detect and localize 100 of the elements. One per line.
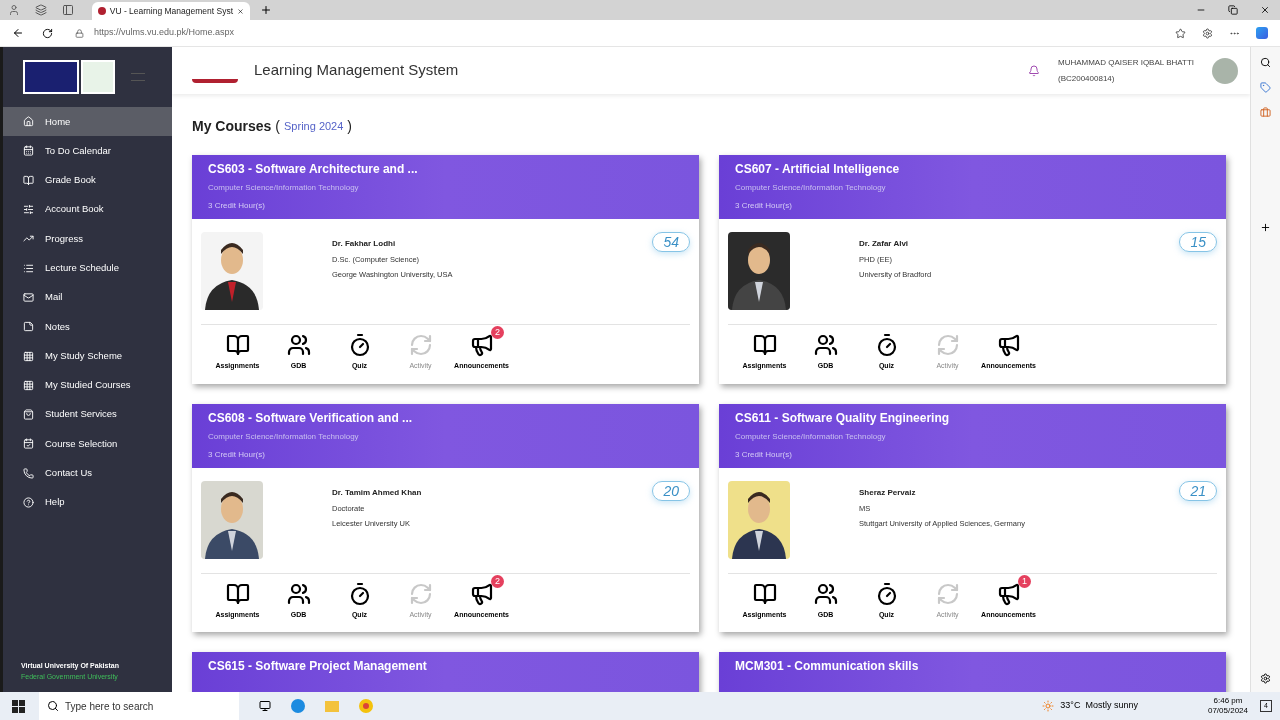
page-heading: My Courses	[192, 117, 272, 136]
sidebar-item[interactable]: Grade Book	[3, 165, 172, 195]
paren-open: (	[275, 117, 281, 136]
course-title[interactable]: CS607 - Artificial Intelligence	[735, 161, 1210, 177]
browser-taskbar-icon[interactable]	[291, 699, 305, 713]
department: Computer Science/Information Technology	[208, 182, 360, 194]
group-icon	[813, 581, 838, 606]
book-icon	[752, 333, 777, 357]
tab-actions-icon[interactable]	[62, 4, 74, 16]
close-icon[interactable]	[1260, 5, 1270, 15]
semester-link[interactable]: Spring 2024	[284, 118, 344, 135]
calendar-icon	[23, 145, 34, 157]
settings-icon[interactable]	[1260, 673, 1271, 684]
clock-date: 07/05/2024	[1207, 706, 1248, 716]
book-icon	[225, 581, 250, 606]
sidebar-item[interactable]: Notes	[3, 312, 172, 342]
sidebar-item[interactable]: Lecture Schedule	[3, 253, 172, 283]
calendar-icon	[23, 438, 34, 450]
search-icon	[47, 700, 59, 712]
grid-icon	[23, 379, 34, 391]
help-icon	[23, 497, 34, 508]
taskbar-search-field[interactable]: Type here to search	[39, 692, 239, 720]
book-icon	[752, 581, 777, 606]
sidebar-item[interactable]: Account Book	[3, 194, 172, 225]
instructor-name: Dr. Tamim Ahmed Khan	[332, 486, 422, 499]
notification-badge: 1	[1018, 574, 1031, 588]
add-icon[interactable]	[1260, 222, 1271, 233]
instructor-name: Dr. Fakhar Lodhi	[332, 238, 397, 250]
phone-icon	[23, 467, 34, 479]
card-header[interactable]: CS607 - Artificial Intelligence Computer Science/Information Technology 3 Credit Hour(s)	[719, 155, 1226, 219]
task-view-icon[interactable]	[259, 700, 271, 712]
credit-hours: 3 Credit Hour(s)	[208, 200, 266, 212]
search-icon[interactable]	[1260, 57, 1271, 68]
department: Computer Science/Information Technology	[208, 430, 360, 443]
megaphone-icon	[469, 581, 494, 606]
list-icon	[23, 262, 34, 274]
card-header[interactable]: CS603 - Software Architecture and ... Computer Science/Information Technology 3 Credit Hour(s)	[192, 155, 699, 219]
sidebar-item[interactable]: Help	[3, 487, 172, 518]
reload-icon[interactable]	[42, 27, 53, 39]
sidebar-item[interactable]: Student Services	[3, 399, 172, 430]
megaphone-icon	[996, 333, 1021, 357]
course-title[interactable]: CS615 - Software Project Management	[208, 658, 683, 674]
browser-tab[interactable]: VU - Learning Management Syst	[92, 2, 250, 20]
sidebar-item[interactable]: My Study Scheme	[3, 341, 172, 371]
lock-icon	[75, 28, 84, 38]
department: Computer Science/Information Technology	[735, 182, 887, 194]
chrome-taskbar-icon[interactable]	[359, 699, 373, 713]
book-icon	[225, 333, 250, 357]
weather-text: 33°C Mostly sunny	[1060, 699, 1138, 713]
card-header[interactable]: CS608 - Software Verification and ... Computer Science/Information Technology 3 Credit Hour(s)	[192, 403, 699, 468]
sidebar-item[interactable]: Course Selection	[3, 429, 172, 459]
copilot-icon[interactable]	[1256, 27, 1268, 39]
new-tab-icon[interactable]	[260, 4, 272, 16]
back-icon[interactable]	[12, 27, 24, 39]
close-icon[interactable]	[237, 6, 244, 16]
instructor-name: Sheraz Pervaiz	[859, 486, 917, 499]
group-icon	[813, 333, 838, 357]
group-icon	[286, 581, 311, 606]
sidebar-item[interactable]: Mail	[3, 282, 172, 313]
course-title[interactable]: CS608 - Software Verification and ...	[208, 409, 683, 426]
instructor-name: Dr. Zafar Alvi	[859, 238, 910, 250]
favorite-icon[interactable]	[1175, 27, 1186, 39]
site-title: Learning Management System	[254, 60, 459, 81]
restore-icon[interactable]	[1228, 5, 1238, 15]
card-header[interactable]: CS611 - Software Quality Engineering Computer Science/Information Technology 3 Credit Hour(s)	[719, 403, 1226, 468]
briefcase-icon[interactable]	[1260, 107, 1271, 118]
course-title[interactable]: MCM301 - Communication skills	[735, 658, 1210, 674]
extensions-icon[interactable]	[1202, 27, 1213, 39]
course-title[interactable]: CS611 - Software Quality Engineering	[735, 409, 1210, 426]
note-icon	[23, 321, 34, 333]
workspaces-icon[interactable]	[35, 4, 47, 16]
megaphone-icon	[469, 333, 494, 357]
department: Computer Science/Information Technology	[735, 430, 887, 443]
home-icon	[23, 116, 34, 128]
user-name: MUHAMMAD QAISER IQBAL BHATTI	[1058, 56, 1194, 69]
sidebar-item[interactable]: Home	[3, 107, 172, 137]
bag-icon	[23, 409, 34, 421]
sidebar-item[interactable]: Progress	[3, 224, 172, 254]
url-field[interactable]: https://vulms.vu.edu.pk/Home.aspx	[94, 26, 235, 40]
sidebar-item[interactable]: Contact Us	[3, 458, 172, 488]
notification-badge: 2	[491, 574, 504, 588]
card-header[interactable]: MCM301 - Communication skills	[719, 652, 1226, 692]
sidebar-item[interactable]: To Do Calendar	[3, 136, 172, 166]
user-id: (BC200400814)	[1058, 72, 1116, 85]
paren-close: )	[347, 117, 353, 136]
profile-icon[interactable]	[8, 4, 20, 16]
card-header[interactable]: CS615 - Software Project Management	[192, 652, 699, 692]
cycle-icon	[935, 333, 960, 357]
cycle-icon	[408, 581, 433, 606]
cycle-icon	[935, 581, 960, 606]
book-icon	[23, 174, 34, 186]
credit-hours: 3 Credit Hour(s)	[208, 448, 266, 461]
mail-icon	[23, 291, 34, 303]
start-icon[interactable]	[12, 699, 25, 713]
clock-time: 6:46 pm	[1213, 696, 1243, 706]
bell-icon[interactable]	[1028, 64, 1040, 77]
sidebar-item[interactable]: My Studied Courses	[3, 370, 172, 400]
cycle-icon	[408, 333, 433, 357]
credit-hours: 3 Credit Hour(s)	[735, 448, 793, 461]
course-title[interactable]: CS603 - Software Architecture and ...	[208, 161, 683, 177]
